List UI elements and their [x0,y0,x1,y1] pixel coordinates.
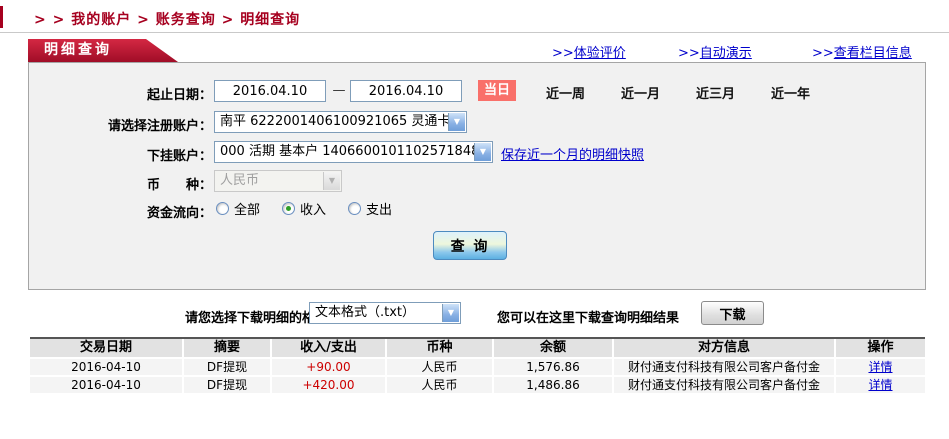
link-label: 体验评价 [573,46,626,61]
sub-account-select[interactable]: 000 活期 基本户 1406600101102571848 ▼ [214,141,493,163]
currency-select-value: 人民币 [220,173,260,188]
date-range-dash: — [332,83,346,98]
range-last-month-button[interactable]: 近一月 [621,83,660,102]
currency-select: 人民币 ▼ [214,170,342,192]
cell-action: 详情 [836,377,925,393]
cell-amount: +90.00 [272,359,385,375]
breadcrumb-lead: > > [34,12,72,28]
download-result-label: 您可以在这里下载查询明细结果 [497,311,680,326]
chevron-down-icon: ▼ [474,143,491,161]
col-header-balance: 余额 [494,339,612,357]
date-from-input[interactable] [214,80,326,102]
link-prefix: >> [678,46,700,61]
breadcrumb-separator: > [131,12,156,28]
col-header-counterparty: 对方信息 [614,339,834,357]
cell-summary: DF提现 [184,359,270,375]
flow-label: 资金流向： [146,206,212,221]
breadcrumb-item-detail-query: 明细查询 [240,12,301,28]
breadcrumb: > > 我的账户 > 账务查询 > 明细查询 [34,9,300,29]
save-snapshot-link[interactable]: 保存近一个月的明细快照 [501,144,644,163]
chevron-down-icon: ▼ [442,304,459,322]
cell-action: 详情 [836,359,925,375]
col-header-action: 操作 [836,339,925,357]
transactions-table: 交易日期 摘要 收入/支出 币种 余额 对方信息 操作 2016-04-10 D… [30,337,925,393]
radio-label: 支出 [366,203,393,218]
cell-counterparty: 财付通支付科技有限公司客户备付金 [614,377,834,393]
account-select[interactable]: 南平 6222001406100921065 灵通卡 ▼ [214,111,467,133]
link-label: 查看栏目信息 [833,46,912,61]
today-quick-button[interactable]: 当日 [478,80,516,101]
cell-amount: +420.00 [272,377,385,393]
link-view-column-info[interactable]: >>查看栏目信息 [812,42,912,61]
date-to-input[interactable] [350,80,462,102]
link-prefix: >> [812,46,834,61]
range-last-year-button[interactable]: 近一年 [771,83,810,102]
range-last-week-button[interactable]: 近一周 [546,83,585,102]
link-label: 自动演示 [699,46,752,61]
radio-icon [348,202,362,215]
radio-checked-icon [282,202,296,215]
cell-balance: 1,486.86 [494,377,612,393]
tab-detail-query[interactable]: 明细查询 [28,39,178,62]
col-header-summary: 摘要 [184,339,270,357]
col-header-currency: 币种 [387,339,492,357]
chevron-down-icon: ▼ [448,113,465,131]
date-range-label: 起止日期： [146,88,212,103]
query-form-panel: 起止日期： — 当日 近一周 近一月 近三月 近一年 请选择注册账户： 南平 6… [28,62,926,290]
range-last-quarter-button[interactable]: 近三月 [696,83,735,102]
currency-label: 币 种： [146,178,212,193]
query-button[interactable]: 查 询 [433,231,507,260]
cell-date: 2016-04-10 [30,359,182,375]
account-select-value: 南平 6222001406100921065 灵通卡 [220,114,451,129]
flow-radio-group: 全部 收入 支出 [216,199,414,218]
breadcrumb-bar: > > 我的账户 > 账务查询 > 明细查询 [0,0,949,33]
download-format-value: 文本格式（.txt） [315,305,416,320]
cell-balance: 1,576.86 [494,359,612,375]
red-accent-bar [0,6,3,28]
radio-flow-all[interactable]: 全部 [216,199,260,218]
breadcrumb-separator: > [215,12,241,28]
radio-flow-expense[interactable]: 支出 [348,199,392,218]
link-prefix: >> [552,46,574,61]
sub-account-select-value: 000 活期 基本户 1406600101102571848 [220,144,480,159]
radio-flow-income[interactable]: 收入 [282,199,326,218]
breadcrumb-item-my-account[interactable]: 我的账户 [71,12,131,28]
download-format-select[interactable]: 文本格式（.txt） ▼ [309,302,461,324]
cell-counterparty: 财付通支付科技有限公司客户备付金 [614,359,834,375]
radio-label: 全部 [234,203,261,218]
sub-account-label: 下挂账户： [146,149,212,164]
download-button[interactable]: 下载 [701,301,764,325]
radio-icon [216,202,229,215]
radio-label: 收入 [300,203,327,218]
chevron-down-icon: ▼ [323,172,340,190]
detail-link[interactable]: 详情 [868,360,892,374]
cell-summary: DF提现 [184,377,270,393]
link-auto-demo[interactable]: >>自动演示 [678,42,752,61]
link-experience-rating[interactable]: >>体验评价 [552,42,626,61]
cell-date: 2016-04-10 [30,377,182,393]
account-select-label: 请选择注册账户： [107,119,212,134]
cell-currency: 人民币 [387,377,492,393]
col-header-amount: 收入/支出 [272,339,385,357]
col-header-date: 交易日期 [30,339,182,357]
download-format-label: 请您选择下载明细的格式 [185,311,329,326]
detail-link[interactable]: 详情 [868,378,892,392]
breadcrumb-item-account-query[interactable]: 账务查询 [156,12,216,28]
cell-currency: 人民币 [387,359,492,375]
